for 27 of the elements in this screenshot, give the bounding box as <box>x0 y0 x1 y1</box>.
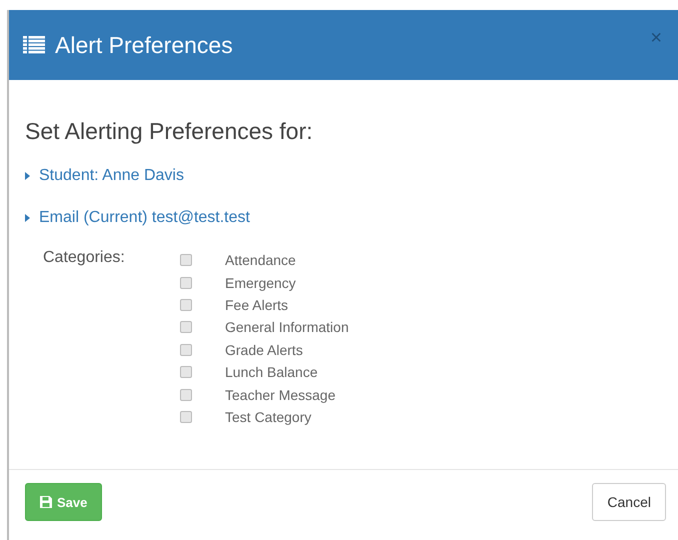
checkbox-label: Emergency <box>225 274 296 291</box>
checkbox[interactable] <box>180 276 192 289</box>
floppy-icon <box>40 496 52 508</box>
checkbox-label: Grade Alerts <box>225 342 303 358</box>
checkbox[interactable] <box>180 254 192 266</box>
checkbox-label: Lunch Balance <box>225 364 318 380</box>
checkbox-label: General Information <box>225 319 349 336</box>
checkbox[interactable] <box>180 321 192 334</box>
checkbox-label: Test Category <box>225 408 312 425</box>
expand-link[interactable]: Email (Current) test@test.test <box>25 209 662 227</box>
checkbox-label: Fee Alerts <box>225 296 288 313</box>
save-button[interactable]: Save <box>25 483 102 521</box>
checkbox[interactable] <box>180 366 192 378</box>
checkbox[interactable] <box>180 298 192 311</box>
checkbox-label: Attendance <box>225 252 296 268</box>
categories-label: Categories: <box>43 249 126 268</box>
caret-icon <box>25 172 31 180</box>
checkbox[interactable] <box>180 388 192 401</box>
expand-link[interactable]: Student: Anne Davis <box>25 167 662 185</box>
heading: Set Alerting Preferences for: <box>25 118 314 145</box>
dialog-title: Alert Preferences <box>55 32 234 58</box>
checkbox-label: Teacher Message <box>225 386 336 403</box>
checkbox[interactable] <box>180 344 192 356</box>
caret-icon <box>25 214 31 222</box>
cancel-button[interactable]: Cancel <box>592 483 666 521</box>
checkbox[interactable] <box>180 410 192 423</box>
list-icon <box>23 36 45 54</box>
